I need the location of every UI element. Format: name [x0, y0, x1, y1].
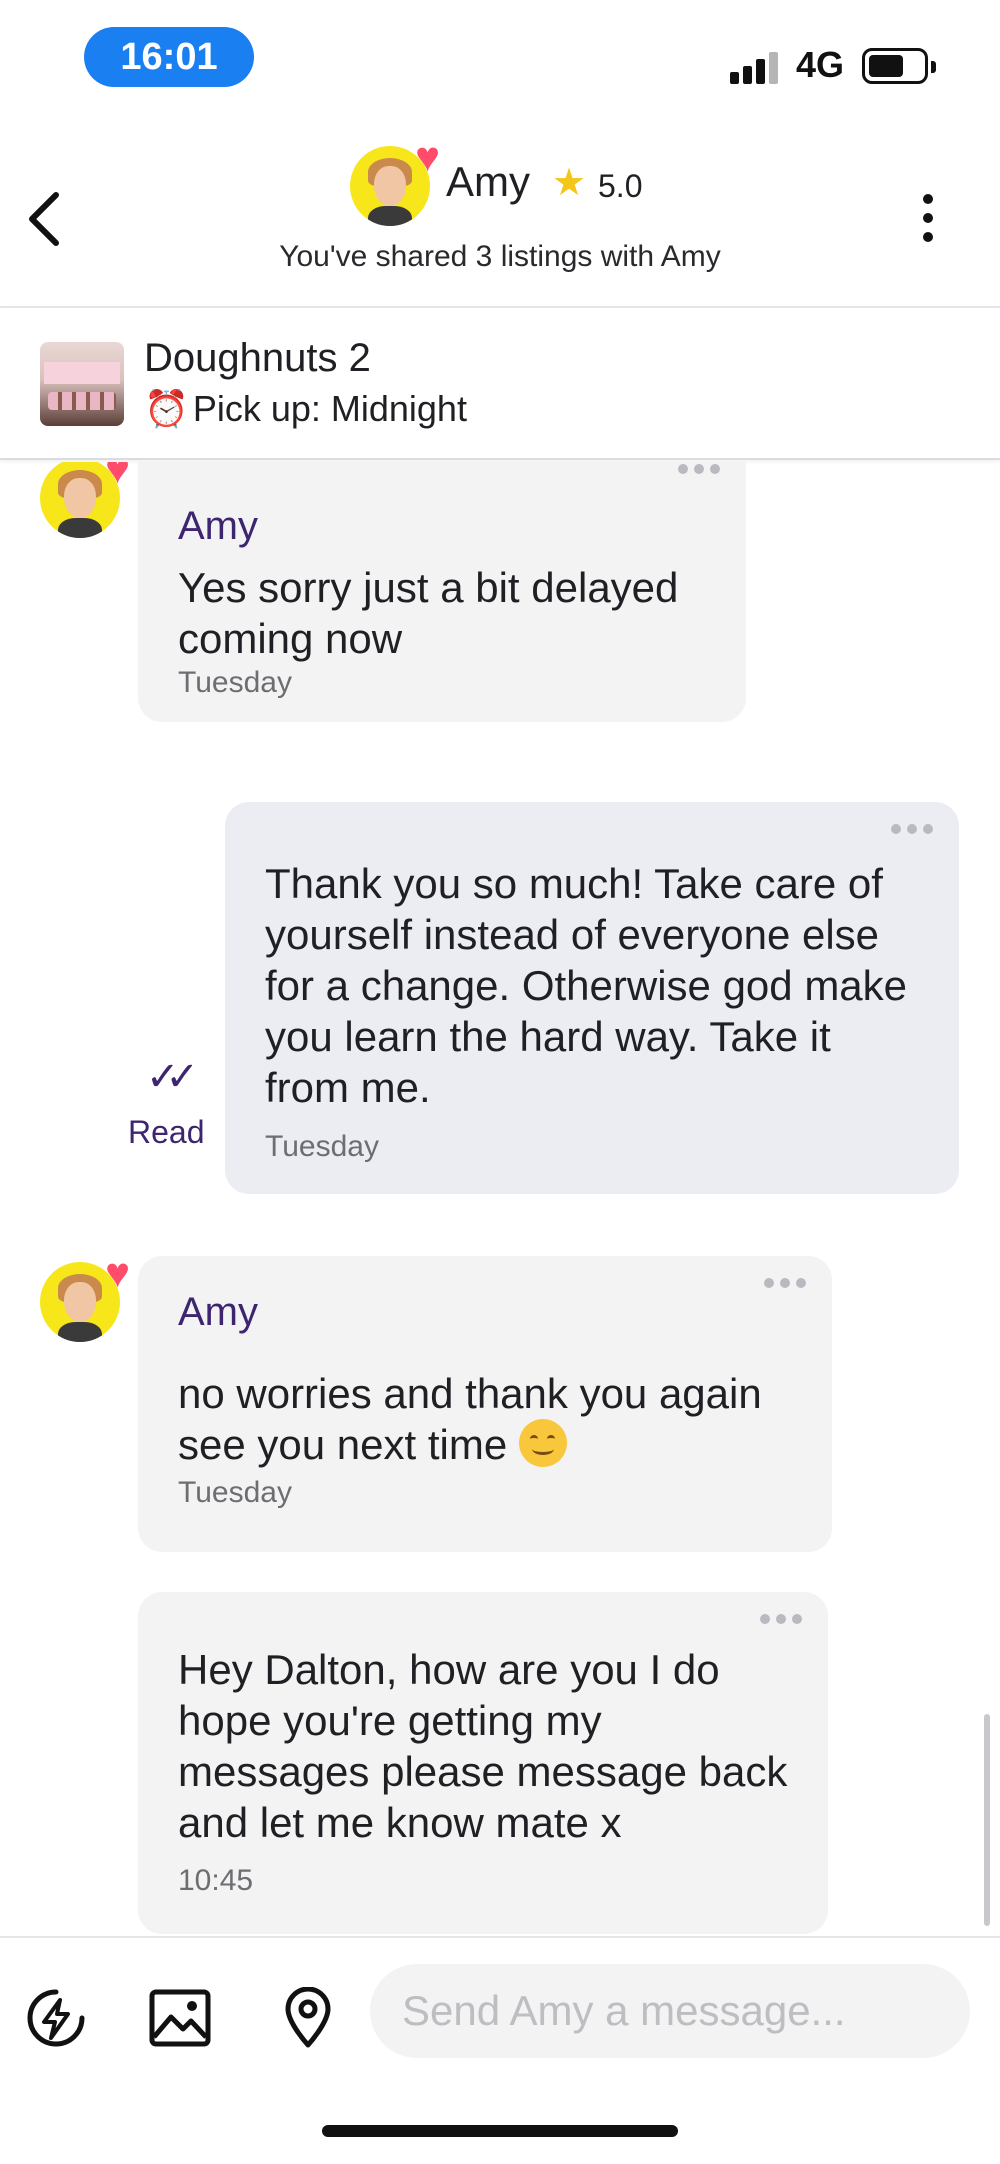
message-options-icon[interactable] — [760, 1614, 802, 1624]
message-sender: Amy — [178, 504, 258, 548]
heart-icon: ♥ — [415, 133, 440, 180]
listing-thumbnail[interactable] — [40, 342, 124, 426]
message-bubble[interactable]: Amy no worries and thank you again see y… — [138, 1256, 832, 1552]
avatar[interactable]: ♥ — [40, 462, 130, 538]
quick-reply-button[interactable] — [22, 1984, 90, 2052]
smiling-face-emoji-icon — [518, 1419, 567, 1467]
read-status: Read — [128, 1114, 205, 1150]
more-options-button[interactable] — [912, 188, 944, 248]
message-bubble[interactable]: Thank you so much! Take care of yourself… — [225, 802, 959, 1194]
quick-reply-bolt-icon — [27, 1989, 85, 2047]
avatar[interactable]: ♥ — [350, 136, 440, 226]
read-receipt-icon: ✓✓ — [146, 1055, 199, 1099]
scrollbar[interactable] — [984, 1714, 990, 1926]
message-options-icon[interactable] — [678, 464, 720, 474]
message-input[interactable] — [370, 1964, 970, 2058]
pickup-text: Pick up: Midnight — [192, 388, 467, 429]
message-options-icon[interactable] — [764, 1278, 806, 1288]
listing-pickup: ⏰ Pick up: Midnight — [144, 388, 467, 430]
chat-header: ♥ Amy ★ 5.0 You've shared 3 listings wit… — [0, 120, 1000, 308]
star-icon: ★ — [552, 162, 587, 204]
message-time: Tuesday — [178, 1476, 292, 1509]
message-text: Yes sorry just a bit delayed coming now — [178, 564, 679, 662]
share-location-button[interactable] — [274, 1984, 342, 2052]
network-type: 4G — [796, 44, 845, 85]
message-bubble[interactable]: Hey Dalton, how are you I do hope you're… — [138, 1592, 828, 1934]
message-time: Tuesday — [178, 666, 292, 699]
contact-name[interactable]: Amy — [446, 158, 530, 206]
heart-icon: ♥ — [105, 462, 130, 492]
home-indicator[interactable] — [322, 2125, 678, 2137]
message-sender: Amy — [178, 1290, 258, 1334]
listing-title: Doughnuts 2 — [144, 336, 371, 380]
message-text: no worries and thank you again see you n… — [178, 1370, 762, 1468]
more-vertical-icon — [923, 194, 933, 204]
avatar[interactable]: ♥ — [40, 1252, 130, 1342]
message-text: Thank you so much! Take care of yourself… — [265, 860, 908, 1111]
image-icon — [149, 1989, 211, 2047]
message-time: 10:45 — [178, 1864, 254, 1897]
shared-listings-text: You've shared 3 listings with Amy — [279, 240, 721, 273]
heart-icon: ♥ — [105, 1249, 130, 1296]
status-time: 16:01 — [84, 27, 254, 87]
alarm-clock-icon: ⏰ — [144, 388, 189, 429]
status-bar: 16:01 4G — [0, 0, 1000, 120]
signal-icon — [730, 50, 782, 84]
message-options-icon[interactable] — [891, 824, 933, 834]
listing-summary[interactable]: Doughnuts 2 ⏰ Pick up: Midnight — [0, 308, 1000, 460]
message-list[interactable]: ♥ Amy Yes sorry just a bit delayed comin… — [0, 462, 1000, 1936]
attach-image-button[interactable] — [146, 1984, 214, 2052]
location-pin-icon — [285, 1987, 331, 2048]
message-text: Hey Dalton, how are you I do hope you're… — [178, 1646, 788, 1846]
message-time: Tuesday — [265, 1130, 379, 1163]
battery-icon — [862, 48, 936, 84]
rating-value: 5.0 — [598, 168, 643, 204]
message-bubble[interactable]: Amy Yes sorry just a bit delayed coming … — [138, 462, 746, 722]
